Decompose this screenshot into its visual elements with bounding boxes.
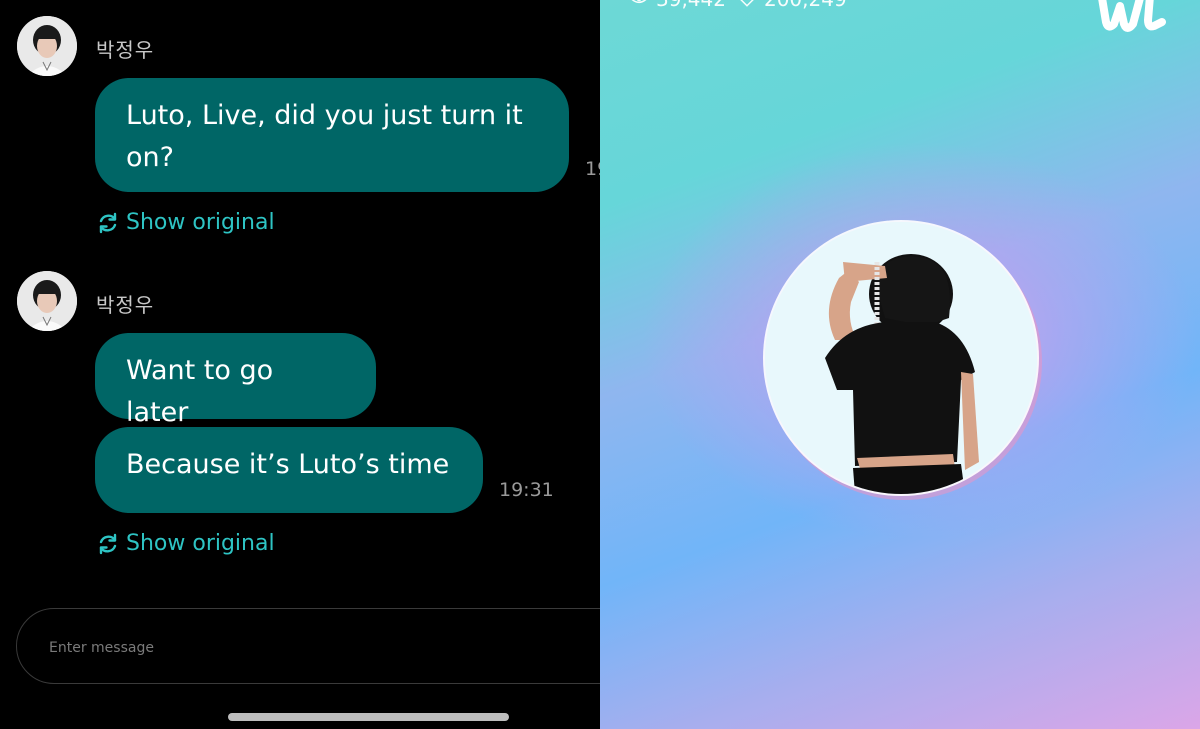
show-original-button[interactable]: Show original [96, 210, 275, 235]
show-original-label: Show original [126, 531, 275, 556]
home-indicator[interactable] [228, 713, 509, 721]
message-time: 19 [585, 158, 600, 180]
sender-name: 박정우 [96, 38, 155, 62]
sender-name: 박정우 [96, 293, 155, 317]
message-text: Want to go later [126, 355, 274, 428]
avatar[interactable] [17, 16, 77, 76]
message-bubble[interactable]: Want to go later [95, 333, 376, 428]
message-input[interactable] [47, 635, 551, 661]
chat-panel: 박정우 Luto, Live, did you just turn it on?… [0, 0, 600, 729]
refresh-icon [99, 533, 117, 554]
like-count: 200,249 [738, 0, 847, 11]
eye-icon [631, 0, 647, 4]
like-count-value: 200,249 [764, 0, 847, 11]
message-time: 19:31 [499, 479, 554, 501]
message-text: Because it’s Luto’s time [126, 449, 450, 480]
avatar-photo-icon [17, 271, 77, 331]
message-bubble[interactable]: Because it’s Luto’s time [95, 427, 483, 513]
avatar-photo-icon [17, 16, 77, 76]
refresh-icon [99, 212, 117, 233]
show-original-label: Show original [126, 210, 275, 235]
message-text: Luto, Live, did you just turn it on? [126, 100, 523, 173]
heart-icon [740, 0, 754, 7]
streamer-photo-icon [765, 222, 1037, 494]
viewer-count: 39,442 [630, 0, 726, 11]
message-input-container[interactable] [16, 608, 600, 684]
avatar[interactable] [17, 271, 77, 331]
live-stats: 39,442 200,249 [630, 0, 847, 11]
streamer-profile-image[interactable] [765, 222, 1037, 494]
viewer-count-value: 39,442 [656, 0, 726, 11]
weverse-logo[interactable] [1096, 0, 1168, 40]
show-original-button[interactable]: Show original [96, 531, 275, 556]
message-bubble[interactable]: Luto, Live, did you just turn it on? [95, 78, 569, 192]
